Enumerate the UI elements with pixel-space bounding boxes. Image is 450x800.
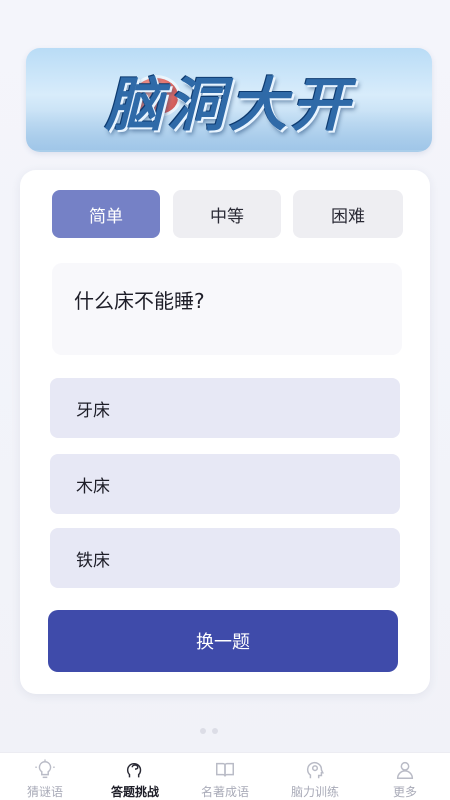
nav-label: 名著成语	[200, 785, 249, 799]
banner: 脑洞大开	[26, 48, 432, 152]
tab-hard[interactable]: 困难	[293, 190, 403, 238]
tab-easy[interactable]: 简单	[52, 190, 160, 238]
page-dot	[212, 728, 218, 734]
page-dot	[200, 728, 206, 734]
answer-option[interactable]: 牙床	[50, 378, 400, 438]
nav-label: 更多	[392, 785, 417, 799]
nav-riddles[interactable]: 猜谜语	[0, 753, 90, 800]
answer-option[interactable]: 木床	[50, 454, 400, 514]
nav-label: 答题挑战	[110, 785, 159, 799]
nav-label: 脑力训练	[290, 785, 339, 799]
user-icon	[396, 761, 414, 779]
difficulty-tabs: 简单 中等 困难	[52, 190, 404, 238]
nav-classics-idioms[interactable]: 名著成语	[180, 753, 270, 800]
answer-option[interactable]: 铁床	[50, 528, 400, 588]
book-icon	[216, 762, 234, 777]
nav-quiz-challenge[interactable]: 答题挑战	[90, 753, 180, 800]
nav-brain-training[interactable]: 脑力训练	[270, 753, 360, 800]
brain-head-icon	[127, 763, 142, 778]
bottom-nav: 猜谜语 答题挑战 名著成语 脑力训练 更多	[0, 752, 450, 800]
nav-label: 猜谜语	[26, 785, 63, 799]
banner-title: 脑洞大开	[104, 71, 353, 139]
nav-more[interactable]: 更多	[360, 753, 450, 800]
head-profile-icon	[306, 761, 324, 779]
question-text: 什么床不能睡?	[52, 263, 402, 355]
next-question-button[interactable]: 换一题	[48, 610, 398, 672]
page-indicator	[200, 728, 218, 734]
lightbulb-icon	[35, 759, 55, 779]
tab-medium[interactable]: 中等	[173, 190, 281, 238]
quiz-card: 简单 中等 困难 什么床不能睡? 牙床 木床 铁床 换一题	[20, 170, 430, 694]
